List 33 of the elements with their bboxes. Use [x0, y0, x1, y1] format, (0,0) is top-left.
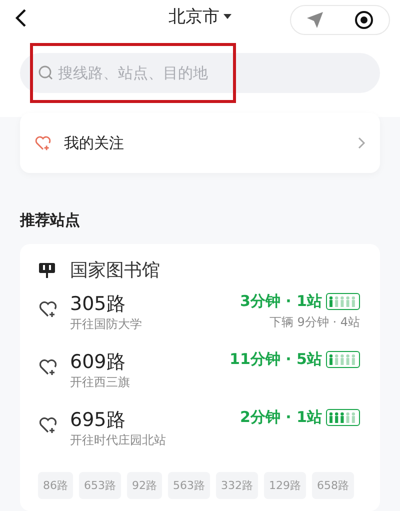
heart-add-icon[interactable]: [38, 300, 58, 318]
line-name: 695路: [70, 408, 126, 432]
heart-add-icon[interactable]: [38, 416, 58, 434]
arrival-time: 2分钟 · 1站: [240, 408, 322, 427]
station-name: 国家图书馆: [70, 259, 160, 282]
line-chip[interactable]: 653路: [79, 472, 121, 499]
line-chip[interactable]: 332路: [216, 472, 258, 499]
heart-add-icon[interactable]: [38, 358, 58, 376]
back-icon[interactable]: [14, 8, 28, 28]
line-name: 305路: [70, 292, 126, 316]
target-icon[interactable]: [354, 10, 374, 30]
line-chip[interactable]: 563路: [168, 472, 210, 499]
line-chip[interactable]: 86路: [38, 472, 73, 499]
dropdown-caret-icon: [224, 14, 232, 19]
section-title: 推荐站点: [20, 211, 81, 230]
city-selector[interactable]: 北京市: [168, 5, 232, 28]
chevron-right-icon: [358, 137, 366, 149]
line-direction: 开往西三旗: [70, 374, 131, 391]
search-field[interactable]: 搜线路、站点、目的地: [20, 53, 380, 93]
favorites-item[interactable]: 我的关注: [20, 113, 380, 173]
location-arrow-icon[interactable]: [306, 10, 324, 28]
bus-stop-icon: [38, 262, 56, 278]
search-icon: [38, 65, 54, 81]
line-chip[interactable]: 129路: [264, 472, 306, 499]
arrival-time: 3分钟 · 1站: [240, 292, 322, 311]
line-direction: 开往国防大学: [70, 316, 143, 333]
next-bus-info: 下辆 9分钟 · 4站: [269, 314, 360, 331]
line-chip[interactable]: 658路: [312, 472, 354, 499]
line-chip[interactable]: 92路: [127, 472, 162, 499]
arrival-time: 11分钟 · 5站: [230, 350, 322, 369]
heart-add-icon: [34, 135, 52, 151]
line-direction: 开往时代庄园北站: [70, 432, 167, 449]
line-name: 609路: [70, 350, 126, 374]
